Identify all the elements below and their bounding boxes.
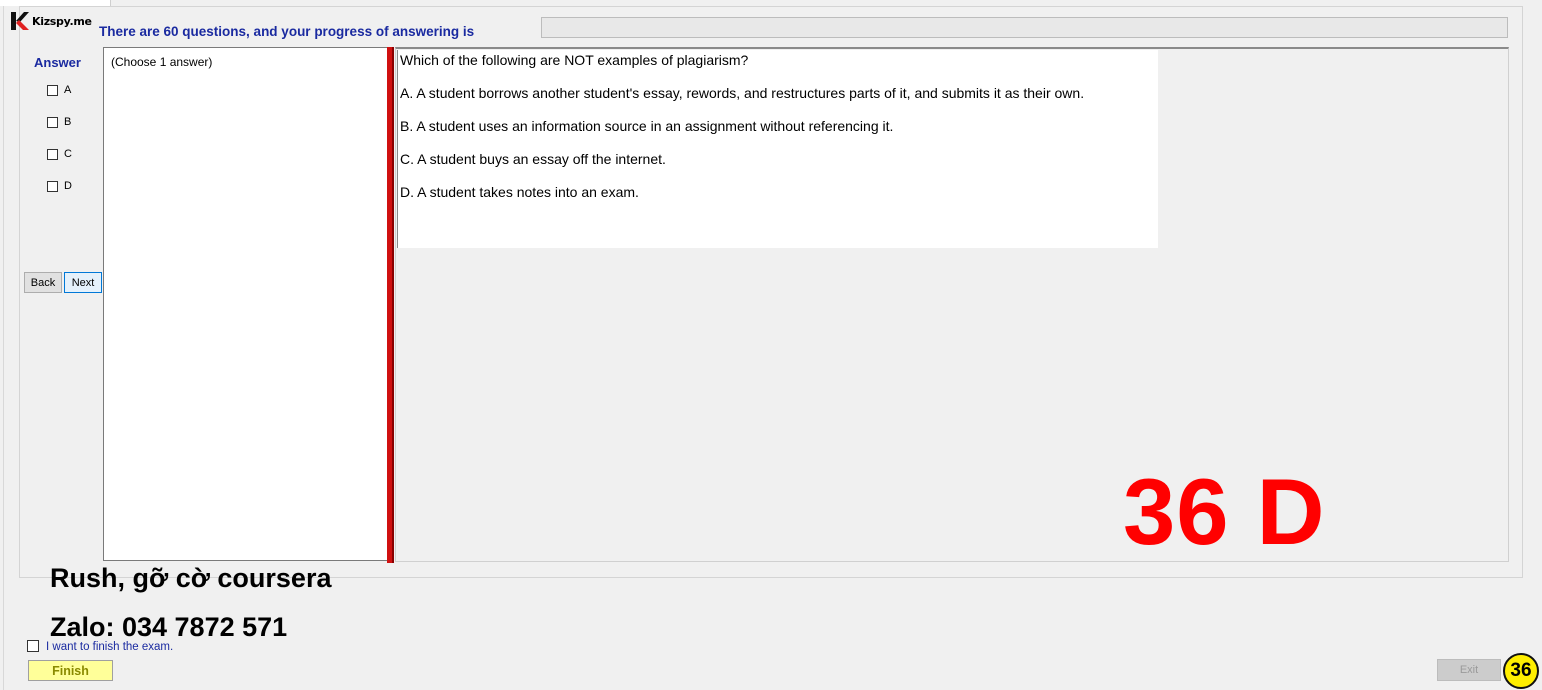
answer-option-d[interactable]: D: [47, 179, 72, 193]
answer-option-label: D: [64, 180, 72, 192]
answer-option-label: C: [64, 148, 72, 160]
question-option-d: D. A student takes notes into an exam.: [400, 184, 639, 200]
promo-text: Rush, gỡ cờ coursera: [50, 563, 332, 593]
question-number-badge: 36: [1503, 653, 1539, 689]
answer-overlay: 36 D: [1123, 459, 1326, 564]
checkbox-a[interactable]: [47, 84, 58, 96]
question-option-c: C. A student buys an essay off the inter…: [400, 151, 666, 167]
panel-splitter-edge: [392, 47, 394, 563]
progress-bar: [541, 17, 1508, 38]
checkbox-c[interactable]: [47, 148, 58, 160]
next-button[interactable]: Next: [64, 272, 102, 293]
question-option-b: B. A student uses an information source …: [400, 118, 894, 134]
promo-contact: Zalo: 034 7872 571: [50, 612, 288, 642]
logo-k-icon: [11, 12, 29, 30]
question-box: Which of the following are NOT examples …: [397, 50, 1158, 248]
answer-option-label: B: [64, 116, 72, 128]
question-text: Which of the following are NOT examples …: [400, 52, 749, 68]
finish-confirm-checkbox[interactable]: [27, 639, 39, 653]
answer-option-b[interactable]: B: [47, 115, 71, 129]
question-option-a: A. A student borrows another student's e…: [400, 85, 1085, 101]
logo-text: Kizspy.me: [32, 15, 92, 28]
answer-option-label: A: [64, 84, 72, 96]
answer-option-a[interactable]: A: [47, 83, 71, 97]
checkbox-b[interactable]: [47, 116, 58, 128]
answer-option-c[interactable]: C: [47, 147, 72, 161]
finish-checkbox[interactable]: [27, 640, 39, 652]
back-button[interactable]: Back: [24, 272, 62, 293]
finish-button[interactable]: Finish: [28, 660, 113, 681]
window-border: [3, 0, 4, 690]
choose-panel: (Choose 1 answer): [103, 47, 387, 561]
progress-label: There are 60 questions, and your progres…: [99, 24, 475, 39]
answer-title: Answer: [34, 55, 81, 70]
finish-confirm-label: I want to finish the exam.: [46, 641, 174, 653]
choose-instruction: (Choose 1 answer): [111, 55, 213, 69]
exit-button[interactable]: Exit: [1437, 659, 1501, 681]
checkbox-d[interactable]: [47, 180, 58, 192]
